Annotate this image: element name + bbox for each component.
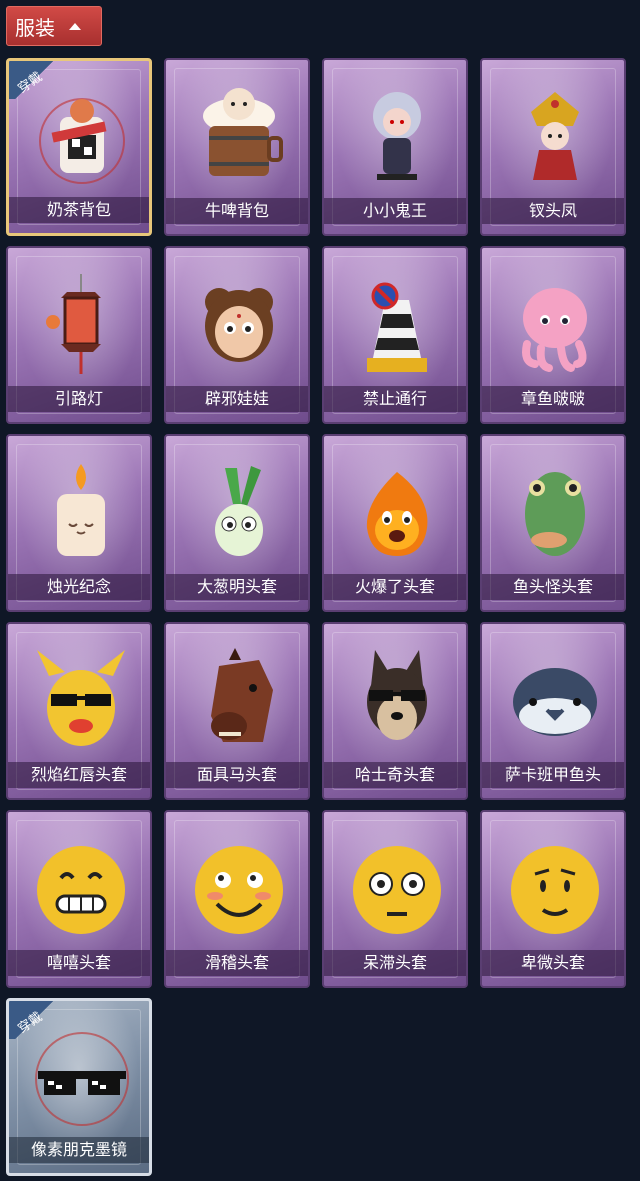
costume-card[interactable]: 哈士奇头套 [322, 622, 468, 800]
costume-name: 哈士奇头套 [324, 762, 466, 788]
costume-card[interactable]: 烛光纪念 [6, 434, 152, 612]
costume-name: 鱼头怪头套 [482, 574, 624, 600]
candle-icon [31, 458, 131, 568]
costume-card[interactable]: 烈焰红唇头套 [6, 622, 152, 800]
equipped-badge-text: 穿戴 [15, 1009, 46, 1037]
category-title: 服装 [15, 15, 55, 40]
costume-card[interactable]: 萨卡班甲鱼头 [480, 622, 626, 800]
costume-card[interactable]: 大葱明头套 [164, 434, 310, 612]
costume-grid: 穿戴 奶茶背包 牛啤背包 小小鬼王 钗头凤 引路灯 辟邪娃娃 禁止通行 章鱼啵啵 烛光纪念 大葱明头… [6, 58, 634, 1176]
costume-card[interactable]: 辟邪娃娃 [164, 246, 310, 424]
costume-name: 辟邪娃娃 [166, 386, 308, 412]
equipped-badge: 穿戴 [9, 61, 55, 99]
costume-card[interactable]: 穿戴像素朋克墨镜 [6, 998, 152, 1176]
grin-emoji-head-icon [31, 834, 131, 944]
costume-name: 烈焰红唇头套 [8, 762, 150, 788]
costume-card[interactable]: 牛啤背包 [164, 58, 310, 236]
costume-card[interactable]: 面具马头套 [164, 622, 310, 800]
costume-name: 小小鬼王 [324, 198, 466, 224]
costume-name: 嘻嘻头套 [8, 950, 150, 976]
costume-card[interactable]: 鱼头怪头套 [480, 434, 626, 612]
costume-name: 钗头凤 [482, 198, 624, 224]
costume-name: 萨卡班甲鱼头 [482, 762, 624, 788]
meek-emoji-head-icon [505, 834, 605, 944]
costume-name: 禁止通行 [324, 386, 466, 412]
pixel-sunglasses-icon [32, 1023, 132, 1133]
costume-category-toggle[interactable]: 服装 [6, 6, 102, 46]
doll-head-icon [189, 270, 289, 380]
milk-tea-backpack-icon [32, 83, 132, 193]
costume-name: 奶茶背包 [9, 197, 149, 223]
yellow-rabbit-mask-icon [31, 646, 131, 756]
costume-card[interactable]: 嘻嘻头套 [6, 810, 152, 988]
costume-card[interactable]: 呆滞头套 [322, 810, 468, 988]
equipped-badge-text: 穿戴 [15, 69, 46, 97]
smirk-emoji-head-icon [189, 834, 289, 944]
costume-name: 牛啤背包 [166, 198, 308, 224]
chevron-up-icon [69, 22, 81, 30]
costume-name: 烛光纪念 [8, 574, 150, 600]
costume-name: 大葱明头套 [166, 574, 308, 600]
costume-card[interactable]: 引路灯 [6, 246, 152, 424]
phoenix-crown-figure-icon [505, 82, 605, 192]
equipped-badge: 穿戴 [9, 1001, 55, 1039]
costume-name: 章鱼啵啵 [482, 386, 624, 412]
husky-head-mask-icon [347, 646, 447, 756]
fireball-head-icon [347, 458, 447, 568]
horse-head-mask-icon [189, 646, 289, 756]
costume-name: 火爆了头套 [324, 574, 466, 600]
pink-octopus-icon [505, 270, 605, 380]
costume-card[interactable]: 穿戴奶茶背包 [6, 58, 152, 236]
costume-card[interactable]: 小小鬼王 [322, 58, 468, 236]
costume-name: 面具马头套 [166, 762, 308, 788]
blank-stare-emoji-head-icon [347, 834, 447, 944]
costume-card[interactable]: 禁止通行 [322, 246, 468, 424]
costume-name: 呆滞头套 [324, 950, 466, 976]
costume-card[interactable]: 卑微头套 [480, 810, 626, 988]
beer-barrel-backpack-icon [189, 82, 289, 192]
costume-card[interactable]: 章鱼啵啵 [480, 246, 626, 424]
costume-card[interactable]: 火爆了头套 [322, 434, 468, 612]
green-onion-head-icon [189, 458, 289, 568]
sacabambaspis-head-icon [505, 646, 605, 756]
costume-name: 像素朋克墨镜 [9, 1137, 149, 1163]
costume-card[interactable]: 滑稽头套 [164, 810, 310, 988]
costume-name: 卑微头套 [482, 950, 624, 976]
costume-card[interactable]: 钗头凤 [480, 58, 626, 236]
costume-name: 引路灯 [8, 386, 150, 412]
red-lantern-icon [31, 270, 131, 380]
ghost-king-figure-icon [347, 82, 447, 192]
traffic-cone-icon [347, 270, 447, 380]
fish-head-mask-icon [505, 458, 605, 568]
costume-name: 滑稽头套 [166, 950, 308, 976]
